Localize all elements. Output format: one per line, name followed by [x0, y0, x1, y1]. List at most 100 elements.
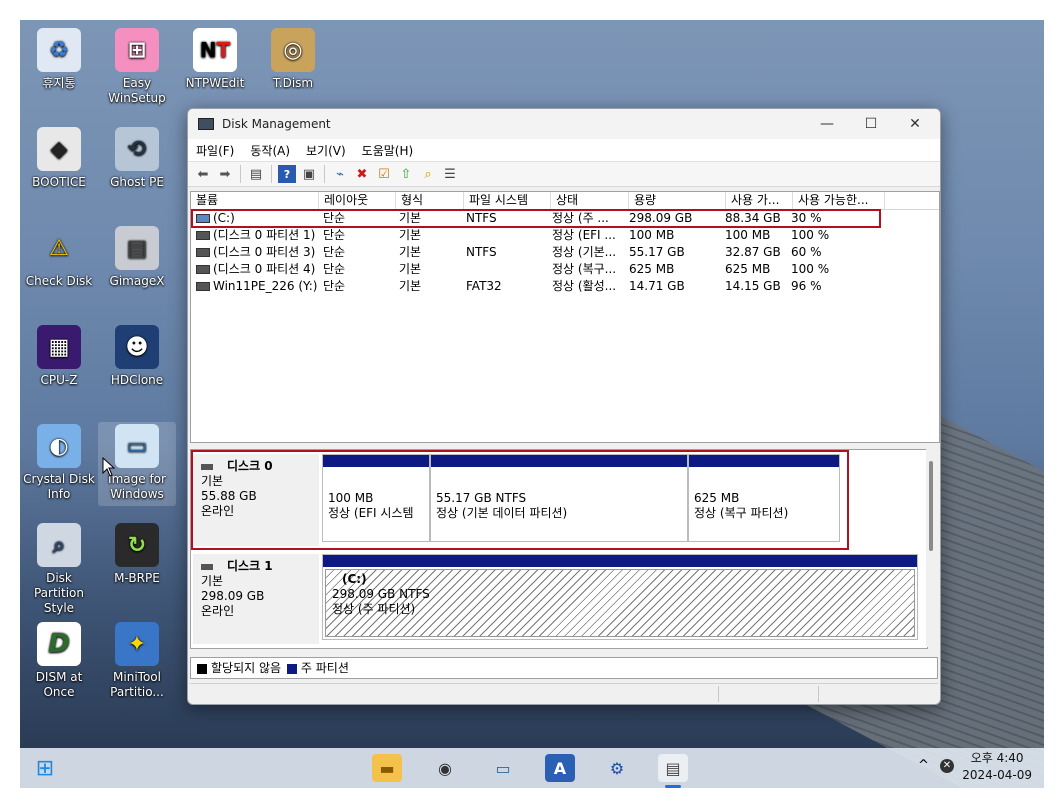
volume-drive-icon [196, 248, 210, 257]
connect-drive-button[interactable]: ⌁ [331, 165, 349, 183]
legend-swatch-unallocated [197, 663, 207, 674]
volume-type: 기본 [399, 279, 422, 293]
menu-action[interactable]: 동작(A) [242, 142, 298, 159]
taskbar-app-gear[interactable]: ⚙ [602, 754, 632, 782]
volume-free-space: 625 MB [725, 262, 771, 276]
desktop-icon-dism-at-once[interactable]: D DISM at Once [20, 622, 98, 700]
volume-status: 정상 (복구... [552, 262, 617, 276]
column-header-status[interactable]: 상태 [551, 192, 629, 209]
volume-name: (디스크 0 파티션 1) [213, 228, 316, 242]
menu-help[interactable]: 도움말(H) [354, 142, 422, 159]
legend-label-primary: 주 파티션 [300, 661, 349, 675]
scrollbar-thumb[interactable] [929, 461, 933, 551]
partition-title: (C:) [342, 572, 367, 586]
desktop-icon-check-disk[interactable]: ⚠ Check Disk [20, 226, 98, 289]
volume-status: 정상 (활성... [552, 279, 617, 293]
panel-icon: ▤ [249, 166, 263, 182]
column-header-filesystem[interactable]: 파일 시스템 [464, 192, 551, 209]
desktop-icon-label: Crystal Disk Info [23, 472, 95, 501]
volume-percent-free: 96 % [791, 279, 822, 293]
desktop-icon-hdclone[interactable]: ☻ HDClone [98, 325, 176, 388]
desktop-icon-ntpwedit[interactable]: NT NTPWEdit [176, 28, 254, 91]
column-header-type[interactable]: 형식 [396, 192, 464, 209]
disk-1-label[interactable]: 디스크 1 기본 298.09 GB 온라인 [193, 554, 319, 644]
table-row[interactable]: (디스크 0 파티션 1) 단순 기본 정상 (EFI ... 100 MB 1… [191, 227, 939, 244]
desktop-icon-label: Image for Windows [108, 472, 166, 501]
search-button[interactable]: ⌕ [419, 165, 437, 183]
volume-capacity: 625 MB [629, 262, 675, 276]
status-divider [818, 686, 819, 702]
column-header-volume[interactable]: 볼륨 [191, 192, 319, 209]
warning-drive-icon: ⚠ [49, 235, 69, 261]
table-row[interactable]: (디스크 0 파티션 4) 단순 기본 정상 (복구... 625 MB 625… [191, 261, 939, 278]
delete-button[interactable]: ✖ [353, 165, 371, 183]
help-button[interactable]: ? [278, 165, 296, 183]
delete-x-icon: ✖ [356, 166, 368, 182]
volume-percent-free: 100 % [791, 262, 830, 276]
up-arrow-folder-icon: ⇧ [400, 166, 412, 182]
tray-overflow-chevron[interactable]: ^ [918, 758, 929, 773]
console-tree-button[interactable]: ▤ [247, 165, 265, 183]
folder-icon: ▬ [379, 758, 395, 778]
desktop-icon-gimagex[interactable]: ▤ GimageX [98, 226, 176, 289]
import-button[interactable]: ⇧ [397, 165, 415, 183]
title-bar[interactable]: Disk Management — ☐ ✕ [188, 109, 940, 139]
volume-list-header: 볼륨 레이아웃 형식 파일 시스템 상태 용량 사용 가... 사용 가능한..… [191, 192, 939, 210]
desktop-icon-label: DISM at Once [35, 670, 83, 699]
desktop-icon-label: CPU-Z [40, 373, 78, 387]
list-view-button[interactable]: ☰ [441, 165, 459, 183]
menu-view[interactable]: 보기(V) [298, 142, 354, 159]
close-button[interactable]: ✕ [892, 109, 938, 139]
back-button[interactable]: ⬅ [194, 165, 212, 183]
disk-map-scrollbar[interactable] [926, 449, 938, 647]
taskbar-app-a[interactable]: A [545, 754, 575, 782]
maximize-icon: ☐ [864, 116, 878, 132]
maximize-button[interactable]: ☐ [848, 109, 894, 139]
table-row[interactable]: (디스크 0 파티션 3) 단순 기본 NTFS 정상 (기본... 55.17… [191, 244, 939, 261]
taskbar-app-camera[interactable]: ◉ [430, 754, 460, 782]
partition-c-drive[interactable]: (C:) 298.09 GB NTFS 정상 (주 파티션) [322, 554, 918, 640]
taskbar-clock[interactable]: 오후 4:40 2024-04-09 [962, 750, 1032, 784]
tray-close-icon[interactable]: ✕ [940, 759, 954, 773]
desktop-icon-crystal-disk-info[interactable]: ◐ Crystal Disk Info [20, 424, 98, 502]
clock-time: 오후 4:40 [970, 751, 1024, 765]
sheep-icon: ☻ [115, 325, 159, 369]
disk-management-icon [198, 118, 214, 130]
toolbar-separator [240, 165, 241, 183]
checklist-button[interactable]: ☑ [375, 165, 393, 183]
properties-button[interactable]: ▣ [300, 165, 318, 183]
column-header-percent-free[interactable]: 사용 가능한... [793, 192, 885, 209]
column-header-free-space[interactable]: 사용 가... [726, 192, 793, 209]
desktop-icon-minitool-partition[interactable]: ✦ MiniTool Partitio... [98, 622, 176, 700]
column-header-layout[interactable]: 레이아웃 [319, 192, 396, 209]
desktop-icon-easy-winsetup[interactable]: ⊞ Easy WinSetup [98, 28, 176, 106]
taskbar-disk-management[interactable]: ▤ [658, 754, 688, 782]
arrow-left-icon: ⬅ [197, 166, 209, 182]
desktop-icon-recycle-bin[interactable]: ♻ 휴지통 [20, 28, 98, 91]
menu-file[interactable]: 파일(F) [188, 142, 242, 159]
volume-capacity: 100 MB [629, 228, 675, 242]
desktop-icon-cpu-z[interactable]: ▦ CPU-Z [20, 325, 98, 388]
volume-layout: 단순 [323, 245, 346, 259]
volume-drive-icon [196, 265, 210, 274]
desktop-icon-label: Disk Partition Style [33, 571, 84, 615]
start-button[interactable]: ⊞ [30, 754, 60, 782]
desktop-icon-ghost-pe[interactable]: ⟲ Ghost PE [98, 127, 176, 190]
desktop-icon-bootice[interactable]: ◆ BOOTICE [20, 127, 98, 190]
magnifier-drive-icon: ⌕ [37, 523, 81, 567]
minimize-button[interactable]: — [804, 109, 850, 139]
table-row[interactable]: Win11PE_226 (Y:) 단순 기본 FAT32 정상 (활성... 1… [191, 278, 939, 295]
desktop-icon-m-brpe[interactable]: ↻ M-BRPE [98, 523, 176, 586]
legend: 할당되지 않음 주 파티션 [190, 657, 938, 679]
taskbar-file-explorer[interactable]: ▬ [372, 754, 402, 782]
desktop-icon-tdism[interactable]: ◎ T.Dism [254, 28, 332, 91]
forward-button[interactable]: ➡ [216, 165, 234, 183]
cpu-chip-icon: ▦ [37, 325, 81, 369]
volume-name: (디스크 0 파티션 4) [213, 262, 316, 276]
column-header-capacity[interactable]: 용량 [629, 192, 726, 209]
taskbar-image-for-windows[interactable]: ▭ [488, 754, 518, 782]
desktop-icon-disk-partition-style[interactable]: ⌕ Disk Partition Style [20, 523, 98, 616]
desktop-icon-label: 휴지통 [42, 76, 76, 90]
desktop-icon-label: Easy WinSetup [108, 76, 166, 105]
close-icon: ✕ [909, 116, 921, 132]
